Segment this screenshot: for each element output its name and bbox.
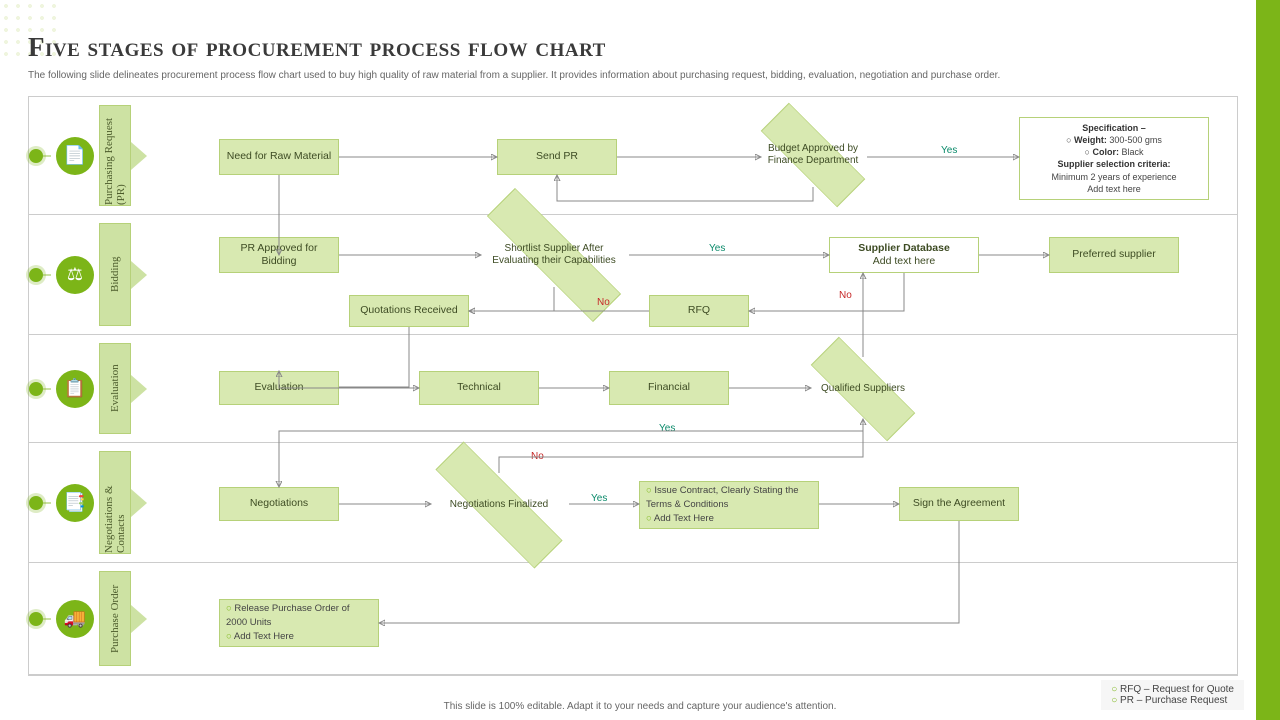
lane-icon-wrap: 📑 [51,443,99,562]
accent-bar [1256,0,1280,720]
lane-evaluation: 📋 Evaluation Evaluation Technical Financ… [29,335,1237,443]
decision-budget-approved: Budget Approved by Finance Department [759,123,867,187]
edge-no: No [839,290,852,301]
node-preferred-supplier: Preferred supplier [1049,237,1179,273]
decision-label: Qualified Suppliers [809,357,917,421]
decision-shortlist-supplier: Shortlist Supplier After Evaluating thei… [479,223,629,287]
node-technical: Technical [419,371,539,405]
lane-marker [29,149,43,163]
lane-icon-wrap: 📄 [51,97,99,214]
gavel-icon: ⚖ [56,256,94,294]
spec-bullet: Add text here [1028,183,1200,195]
lane-purchasing-request: 📄 Purchasing Request (PR) Need for Raw M… [29,97,1237,215]
node-sign-agreement: Sign the Agreement [899,487,1019,521]
lane-icon-wrap: 📋 [51,335,99,442]
decision-negotiations-finalized: Negotiations Finalized [429,473,569,537]
edge-yes: Yes [709,243,725,254]
lane-label: Bidding [99,223,131,326]
lane-marker [29,382,43,396]
lane-icon-wrap: 🚚 [51,563,99,674]
legend: RFQ – Request for Quote PR – Purchase Re… [1101,680,1244,710]
edge-yes: Yes [591,493,607,504]
node-release-po: Release Purchase Order of 2000 Units Add… [219,599,379,647]
lane-marker [29,268,43,282]
spec-heading: Supplier selection criteria: [1057,159,1170,169]
node-issue-contract: Issue Contract, Clearly Stating the Term… [639,481,819,529]
page-subtitle: The following slide delineates procureme… [28,70,1240,81]
document-icon: 📄 [56,137,94,175]
lane-label: Negotiations & Contacts [99,451,131,554]
node-financial: Financial [609,371,729,405]
lane-label: Purchasing Request (PR) [99,105,131,206]
page-title: Five stages of procurement process flow … [28,32,606,63]
decision-label: Negotiations Finalized [429,473,569,537]
node-send-pr: Send PR [497,139,617,175]
lane-negotiations: 📑 Negotiations & Contacts Negotiations N… [29,443,1237,563]
contract-icon: 📑 [56,484,94,522]
chevron-right-icon [131,605,147,633]
lane-marker [29,612,43,626]
node-negotiations: Negotiations [219,487,339,521]
spec-bullet: ○ Weight: Weight: 300-500 gms300-500 gms [1028,134,1200,146]
chevron-right-icon [131,489,147,517]
chevron-right-icon [131,375,147,403]
spec-bullet: ○ Color: Black [1028,146,1200,158]
decision-qualified-suppliers: Qualified Suppliers [809,357,917,421]
lane-icon-wrap: ⚖ [51,215,99,334]
spec-bullet: Minimum 2 years of experience [1028,171,1200,183]
footer-note: This slide is 100% editable. Adapt it to… [444,701,837,712]
lane-purchase-order: 🚚 Purchase Order Release Purchase Order … [29,563,1237,675]
node-pr-approved-bidding: PR Approved for Bidding [219,237,339,273]
lane-label: Evaluation [99,343,131,434]
node-supplier-database: Supplier Database Add text here [829,237,979,273]
decision-label: Budget Approved by Finance Department [759,123,867,187]
legend-item: PR – Purchase Request [1111,695,1234,706]
node-subtext: Add text here [873,255,935,268]
legend-item: RFQ – Request for Quote [1111,684,1234,695]
lane-label: Purchase Order [99,571,131,666]
node-quotations-received: Quotations Received [349,295,469,327]
decision-label: Shortlist Supplier After Evaluating thei… [479,223,629,287]
info-specification: Specification – ○ Weight: Weight: 300-50… [1019,117,1209,200]
lane-bidding: ⚖ Bidding PR Approved for Bidding Shortl… [29,215,1237,335]
lane-marker [29,496,43,510]
truck-icon: 🚚 [56,600,94,638]
spec-heading: Specification – [1082,123,1146,133]
edge-no: No [531,451,544,462]
edge-yes: Yes [659,423,675,434]
bullet-item: Issue Contract, Clearly Stating the Term… [646,484,812,513]
node-need-raw-material: Need for Raw Material [219,139,339,175]
bullet-item: Add Text Here [226,630,372,644]
node-title: Supplier Database [858,242,950,255]
bullet-item: Release Purchase Order of 2000 Units [226,602,372,631]
checklist-icon: 📋 [56,370,94,408]
bullet-item: Add Text Here [646,512,812,526]
edge-yes: Yes [941,145,957,156]
node-evaluation: Evaluation [219,371,339,405]
node-rfq: RFQ [649,295,749,327]
chevron-right-icon [131,142,147,170]
chevron-right-icon [131,261,147,289]
flowchart-canvas: 📄 Purchasing Request (PR) Need for Raw M… [28,96,1238,676]
edge-no: No [597,297,610,308]
